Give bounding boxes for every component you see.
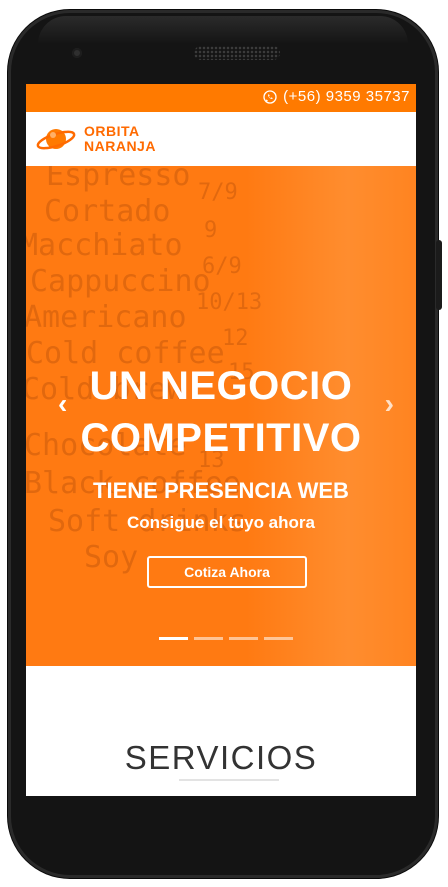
camera-icon xyxy=(72,48,82,58)
speaker-grille xyxy=(194,46,280,60)
slider-dot[interactable] xyxy=(194,637,223,640)
background-menu-price: 9 xyxy=(204,218,218,243)
phone-contact-link[interactable]: (+56) 9359 35737 xyxy=(262,88,410,105)
background-menu-price: 12 xyxy=(222,326,249,351)
background-menu-text: Cortado xyxy=(44,194,171,229)
bottom-bezel xyxy=(26,796,416,808)
slider-dots xyxy=(159,637,293,640)
logo[interactable]: ORBITA NARANJA xyxy=(34,122,156,156)
hero-slider: Espresso Cortado Macchiato Cappuccino Americ… xyxy=(26,166,416,666)
background-menu-text: Soy xyxy=(84,540,139,575)
side-button xyxy=(436,240,442,310)
background-menu-price: 7/9 xyxy=(198,180,238,205)
slider-dot[interactable] xyxy=(264,637,293,640)
background-menu-text: Cappuccino xyxy=(30,264,211,299)
whatsapp-icon xyxy=(263,89,277,104)
section-title-underline xyxy=(179,779,279,781)
site-header: ORBITA NARANJA xyxy=(26,112,416,166)
logo-line2: NARANJA xyxy=(84,138,156,154)
hero-subtitle: TIENE PRESENCIA WEB xyxy=(93,478,349,503)
planet-icon xyxy=(36,129,76,150)
cotiza-ahora-button[interactable]: Cotiza Ahora xyxy=(147,556,307,588)
screen: (+56) 9359 35737 ORBITA NARANJA Espresso… xyxy=(26,84,416,796)
phone-top-gloss xyxy=(38,16,408,44)
section-title-servicios: SERVICIOS xyxy=(124,739,318,776)
phone-number: (+56) 9359 35737 xyxy=(283,88,410,105)
slider-dot[interactable] xyxy=(229,637,258,640)
background-menu-text: Macchiato xyxy=(26,228,183,263)
background-menu-price: 6/9 xyxy=(202,254,242,279)
background-menu-text: Espresso xyxy=(46,166,191,193)
background-menu-text: Americano xyxy=(26,300,187,335)
logo-line1: ORBITA xyxy=(84,123,140,139)
hero-tagline: Consigue el tuyo ahora xyxy=(127,513,315,532)
top-contact-bar: (+56) 9359 35737 xyxy=(26,84,416,112)
slider-dot[interactable] xyxy=(159,637,188,640)
hero-headline-line1: UN NEGOCIO xyxy=(89,364,353,408)
hero-headline-line2: COMPETITIVO xyxy=(80,416,362,460)
